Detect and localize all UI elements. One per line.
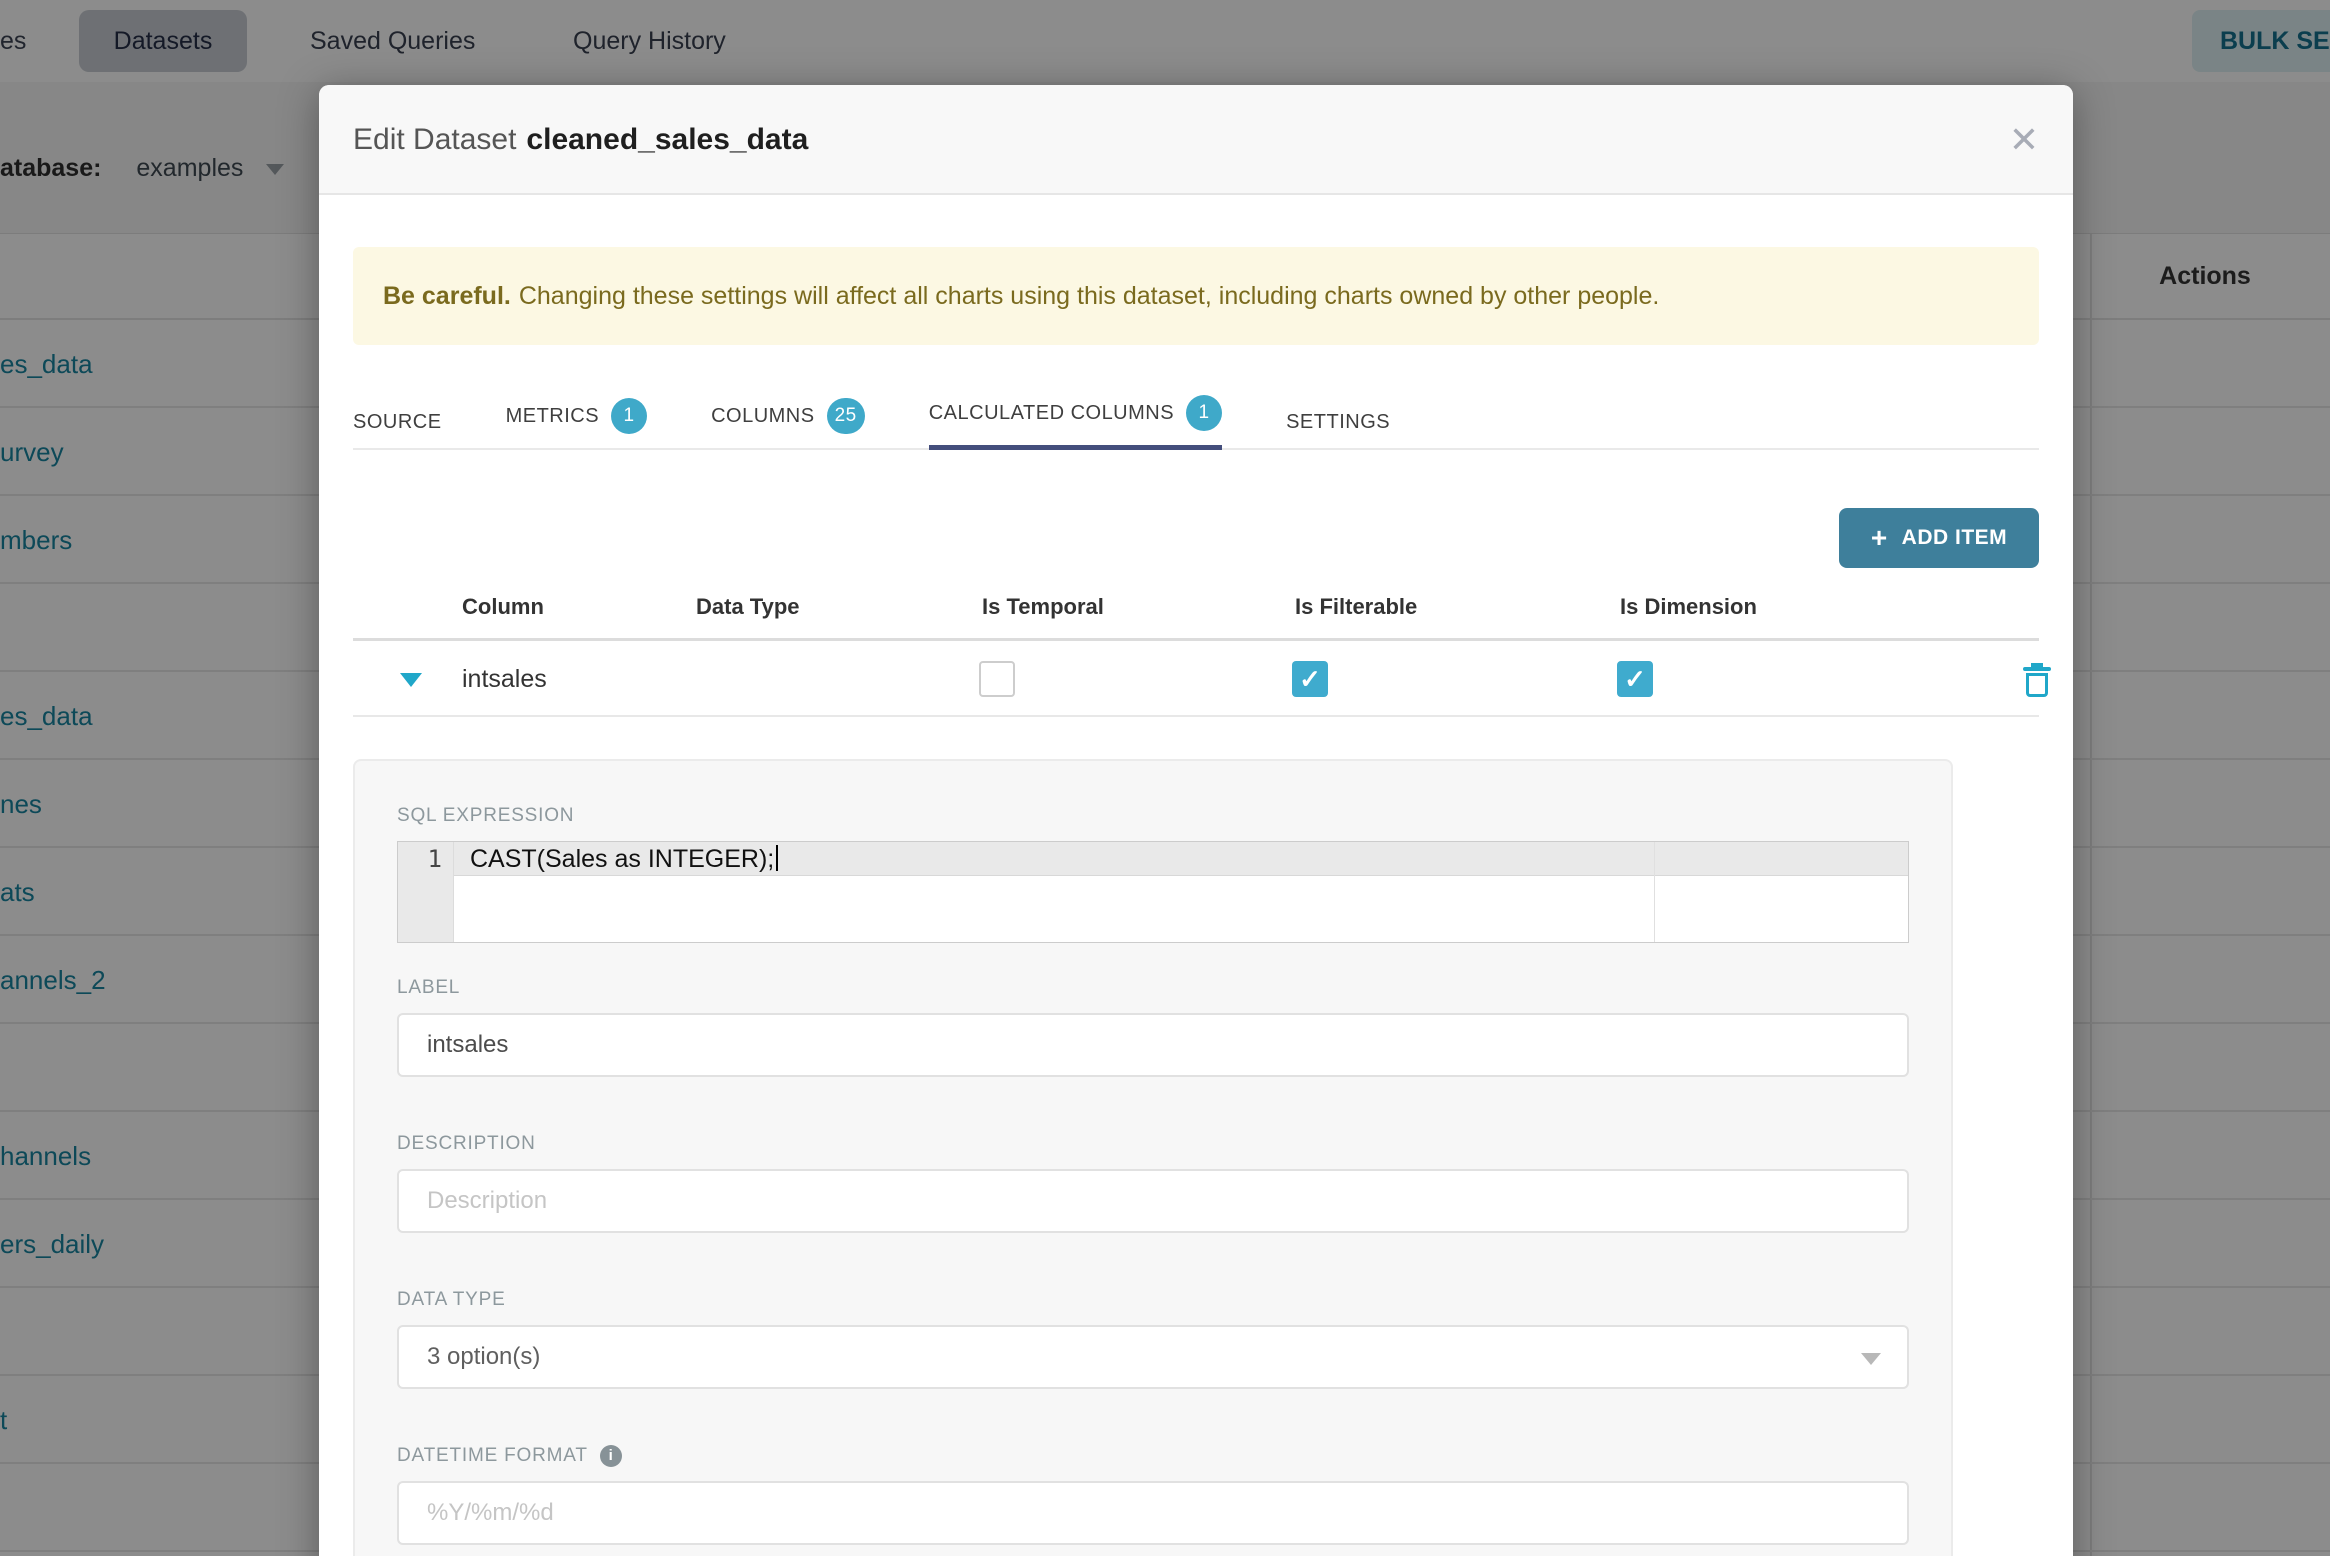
modal-body: Be careful. Changing these settings will …: [319, 247, 2073, 1556]
warning-text: Changing these settings will affect all …: [518, 282, 1660, 310]
info-icon[interactable]: i: [599, 1445, 622, 1467]
data-type-field-label: DATA TYPE: [397, 1289, 1909, 1311]
sql-code[interactable]: CAST(Sales as INTEGER);: [470, 842, 779, 876]
description-field-label: DESCRIPTION: [397, 1133, 1909, 1155]
header-is-temporal: Is Temporal: [982, 594, 1104, 619]
plus-icon: +: [1870, 522, 1888, 553]
warning-banner: Be careful. Changing these settings will …: [353, 247, 2039, 345]
tab-source[interactable]: SOURCE: [353, 411, 442, 448]
data-type-value: 3 option(s): [427, 1343, 541, 1370]
sql-code-text: CAST(Sales as INTEGER);: [470, 845, 775, 873]
warning-bold: Be careful.: [383, 282, 511, 310]
calculated-column-row-intsales: intsales ✓ ✓: [353, 641, 2051, 717]
modal-tabs: SOURCE METRICS 1 COLUMNS 25 CALCULATED COL…: [353, 395, 2039, 450]
add-item-label: ADD ITEM: [1901, 526, 2008, 549]
column-name: intsales: [462, 665, 547, 693]
header-column: Column: [462, 594, 544, 619]
add-item-row: + ADD ITEM: [353, 508, 2039, 568]
tab-source-label: SOURCE: [353, 411, 442, 433]
tab-metrics[interactable]: METRICS 1: [506, 398, 648, 448]
tab-calculated-columns-label: CALCULATED COLUMNS: [928, 401, 1175, 424]
modal-title-dataset-name: cleaned_sales_data: [526, 123, 809, 156]
modal-title: Edit Dataset: [353, 123, 517, 156]
header-is-filterable: Is Filterable: [1295, 594, 1418, 619]
calculated-columns-count-badge: 1: [1186, 395, 1223, 431]
label-label-text: LABEL: [397, 977, 461, 998]
datetime-format-input[interactable]: [397, 1481, 1909, 1545]
tab-columns-label: COLUMNS: [711, 404, 815, 427]
column-detail-panel: SQL EXPRESSION 1 CAST(Sales as INTEGER);…: [353, 759, 1953, 1556]
description-label-text: DESCRIPTION: [397, 1133, 536, 1154]
data-type-label-text: DATA TYPE: [397, 1289, 506, 1310]
description-input[interactable]: [397, 1169, 1909, 1233]
screen: es Datasets Saved Queries Query History …: [0, 0, 2330, 1556]
collapse-caret-icon[interactable]: [400, 673, 422, 687]
datetime-format-label-text: DATETIME FORMAT: [397, 1445, 588, 1466]
header-data-type: Data Type: [696, 594, 800, 619]
edit-dataset-modal: Edit Dataset cleaned_sales_data ✕ Be care…: [319, 85, 2073, 1556]
select-caret-icon[interactable]: [1861, 1353, 1881, 1365]
datetime-format-field-label: DATETIME FORMAT i: [397, 1445, 1909, 1467]
is-temporal-checkbox[interactable]: [979, 661, 1015, 697]
close-icon[interactable]: ✕: [2009, 85, 2039, 195]
label-field-label: LABEL: [397, 977, 1909, 999]
delete-trash-icon[interactable]: [2021, 663, 2053, 697]
label-input[interactable]: [397, 1013, 1909, 1077]
sql-expression-label: SQL EXPRESSION: [397, 805, 575, 826]
tab-settings[interactable]: SETTINGS: [1286, 411, 1390, 448]
tab-calculated-columns[interactable]: CALCULATED COLUMNS 1: [928, 395, 1223, 450]
calculated-columns-header-row: Column Data Type Is Temporal Is Filterab…: [353, 594, 2039, 620]
header-is-dimension: Is Dimension: [1620, 594, 1757, 619]
is-filterable-checkbox[interactable]: ✓: [1292, 661, 1328, 697]
editor-line-number: 1: [427, 845, 442, 873]
columns-count-badge: 25: [826, 398, 865, 434]
add-item-button[interactable]: + ADD ITEM: [1839, 508, 2039, 568]
sql-expression-editor[interactable]: 1 CAST(Sales as INTEGER);: [397, 841, 1909, 943]
text-cursor: [776, 845, 779, 871]
tab-metrics-label: METRICS: [505, 404, 600, 427]
modal-header: Edit Dataset cleaned_sales_data ✕: [319, 85, 2073, 195]
is-dimension-checkbox[interactable]: ✓: [1617, 661, 1653, 697]
tab-settings-label: SETTINGS: [1286, 411, 1391, 433]
tab-columns[interactable]: COLUMNS 25: [711, 398, 865, 448]
data-type-select[interactable]: 3 option(s): [397, 1325, 1909, 1389]
editor-print-margin: [1654, 842, 1655, 942]
metrics-count-badge: 1: [611, 398, 648, 434]
